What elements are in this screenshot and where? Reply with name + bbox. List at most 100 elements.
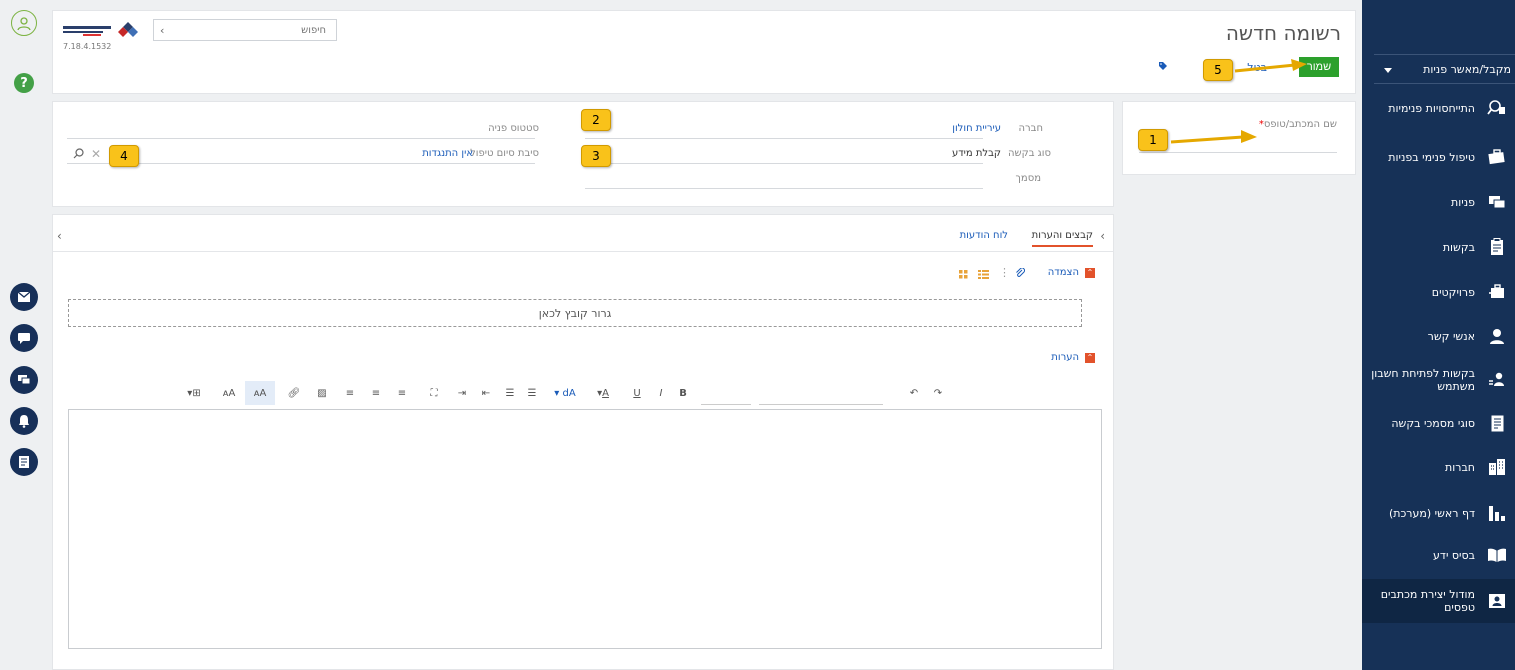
document-input[interactable] (585, 188, 983, 189)
underline-icon[interactable]: U (631, 381, 643, 405)
sidebar-item-account-requests[interactable]: בקשות לפתיחת חשבון משתמש (1362, 358, 1515, 402)
chevron-left-icon[interactable]: ‹ (1100, 229, 1105, 243)
align-center-icon[interactable]: ≡ (369, 381, 383, 405)
role-dropdown[interactable]: מקבל/מאשר פניות (1374, 54, 1515, 84)
document-label: מסמך (1015, 173, 1041, 184)
tag-icon[interactable] (1158, 61, 1168, 74)
italic-icon[interactable]: I (655, 381, 667, 405)
sidebar-item-internal-references[interactable]: התייחסויות פנימיות (1362, 86, 1515, 130)
paperclip-icon[interactable] (1015, 267, 1025, 281)
font-family-select[interactable] (759, 381, 883, 405)
sidebar-item-knowledge-base[interactable]: בסיס ידע (1362, 533, 1515, 577)
grid-view-icon[interactable] (959, 269, 968, 282)
help-icon[interactable]: ? (14, 73, 34, 93)
sidebar-item-internal-handling[interactable]: טיפול פנימי בפניות (1362, 135, 1515, 179)
collapse-icon[interactable]: ⌃ (1085, 352, 1095, 363)
sidebar-item-label: חברות (1445, 460, 1475, 474)
table-icon[interactable]: ▾⊞ (181, 381, 207, 405)
bell-icon[interactable] (10, 407, 38, 435)
notes-editor[interactable] (68, 409, 1102, 649)
callout-2: 2 (581, 109, 611, 131)
sidebar-item-contacts[interactable]: אנשי קשר (1362, 314, 1515, 358)
font-size-decrease-icon[interactable]: ᴀA (221, 381, 237, 405)
page-title: רשומה חדשה (1225, 21, 1341, 45)
search-input[interactable] (174, 20, 334, 40)
search-person-icon (1487, 98, 1507, 118)
sidebar-item-request-doc-types[interactable]: סוגי מסמכי בקשה (1362, 401, 1515, 445)
fullscreen-icon[interactable]: ⛶ (427, 381, 441, 405)
clipboard-icon (1487, 237, 1507, 257)
align-left-icon[interactable]: ≡ (395, 381, 409, 405)
clear-icon[interactable]: ✕ (91, 147, 101, 161)
mail-icon[interactable] (10, 283, 38, 311)
document-icon (1487, 413, 1507, 433)
sidebar-item-letter-templates[interactable]: מודול יצירת מכתבים טפסים (1362, 579, 1515, 623)
content-panel: ‹ קבצים והערות לוח הודעות ‹ ⌃ הצמדה ⋮ גר… (52, 214, 1114, 670)
status-label: סטטוס פניה (488, 123, 539, 134)
indent-icon[interactable]: ⇥ (455, 381, 469, 405)
status-input[interactable] (67, 138, 535, 139)
bold-icon[interactable]: B (677, 381, 689, 405)
tab-files-notes[interactable]: קבצים והערות (1031, 230, 1093, 247)
image-icon[interactable]: ▨ (313, 381, 331, 405)
chat-icon[interactable] (10, 366, 38, 394)
sidebar-item-label: פרויקטים (1431, 285, 1475, 299)
search-box[interactable]: ‹ (153, 19, 337, 41)
sidebar-item-label: בקשות לפתיחת חשבון משתמש (1371, 367, 1475, 393)
collapse-icon[interactable]: ⌃ (1085, 267, 1095, 278)
template-name-label-text: שם המכתב/טופס (1263, 119, 1337, 130)
chevron-left-icon[interactable]: ‹ (57, 229, 62, 243)
bullet-list-icon[interactable]: ☰ (503, 381, 517, 405)
sidebar-item-label: התייחסויות פנימיות (1388, 101, 1475, 115)
sidebar-item-projects[interactable]: פרויקטים (1362, 270, 1515, 314)
font-size-select[interactable] (701, 381, 751, 405)
outdent-icon[interactable]: ⇤ (479, 381, 493, 405)
bar-chart-icon (1487, 503, 1507, 523)
request-type-value[interactable]: קבלת מידע (952, 148, 1001, 159)
template-name-input[interactable] (1139, 152, 1337, 153)
font-color-icon[interactable]: ▾ A (591, 381, 615, 405)
numbered-list-icon[interactable]: ☰ (525, 381, 539, 405)
version-text: 7.18.4.1532 (63, 42, 112, 51)
notes-section-header[interactable]: ⌃ הערות (1051, 352, 1095, 363)
callout-1: 1 (1138, 129, 1168, 151)
template-name-panel: שם המכתב/טופס* 1 (1122, 101, 1356, 175)
message-icon[interactable] (10, 324, 38, 352)
sidebar-item-label: דף ראשי (מערכת) (1388, 506, 1475, 520)
list-view-icon[interactable] (978, 269, 989, 282)
logo-text-icon (63, 26, 111, 36)
company-value[interactable]: עיריית חולון (952, 123, 1001, 134)
report-icon[interactable] (10, 448, 38, 476)
attachment-section-header[interactable]: ⌃ הצמדה (1048, 267, 1095, 278)
left-bar: ? (0, 0, 48, 670)
user-avatar-icon[interactable] (11, 10, 37, 36)
search-icon[interactable] (73, 148, 84, 162)
font-size-increase-icon[interactable]: ᴀA (245, 381, 275, 405)
sidebar-item-companies[interactable]: חברות (1362, 445, 1515, 489)
undo-icon[interactable]: ↶ (907, 381, 921, 405)
file-dropzone[interactable]: גרור קובץ לכאן (68, 299, 1082, 327)
contact-card-icon (1487, 591, 1507, 611)
callout-5-arrow (1234, 59, 1307, 73)
end-reason-value[interactable]: אין התנגדות (422, 148, 473, 159)
chevron-left-icon[interactable]: ‹ (160, 24, 164, 37)
header-panel: 7.18.4.1532 ‹ רשומה חדשה שמור בטל 5 (52, 10, 1356, 94)
sidebar-item-label: סוגי מסמכי בקשה (1391, 416, 1475, 430)
request-type-field-line (585, 163, 983, 164)
sidebar-item-requests[interactable]: בקשות (1362, 225, 1515, 269)
sidebar-item-system-home[interactable]: דף ראשי (מערכת) (1362, 491, 1515, 535)
link-icon[interactable]: 🔗︎ (285, 381, 303, 405)
more-vertical-icon[interactable]: ⋮ (999, 266, 1010, 279)
highlight-color-icon[interactable]: ▾ dA (551, 381, 579, 405)
briefcase-icon (1487, 147, 1507, 167)
sidebar-item-label: בקשות (1442, 240, 1475, 254)
request-type-label: סוג בקשה (1007, 148, 1051, 159)
building-icon (1487, 457, 1507, 477)
align-right-icon[interactable]: ≡ (343, 381, 357, 405)
chevron-down-icon[interactable] (1384, 68, 1392, 73)
editor-toolbar: ▾⊞ ᴀA ᴀA 🔗︎ ▨ ≡ ≡ ≡ ⛶ ⇥ ⇤ ☰ ☰ ▾ dA ▾ A U… (181, 381, 1091, 405)
redo-icon[interactable]: ↷ (931, 381, 945, 405)
sidebar-item-inquiries[interactable]: פניות (1362, 180, 1515, 224)
tab-message-board[interactable]: לוח הודעות (960, 230, 1008, 241)
sidebar-item-label: טיפול פנימי בפניות (1388, 150, 1475, 164)
